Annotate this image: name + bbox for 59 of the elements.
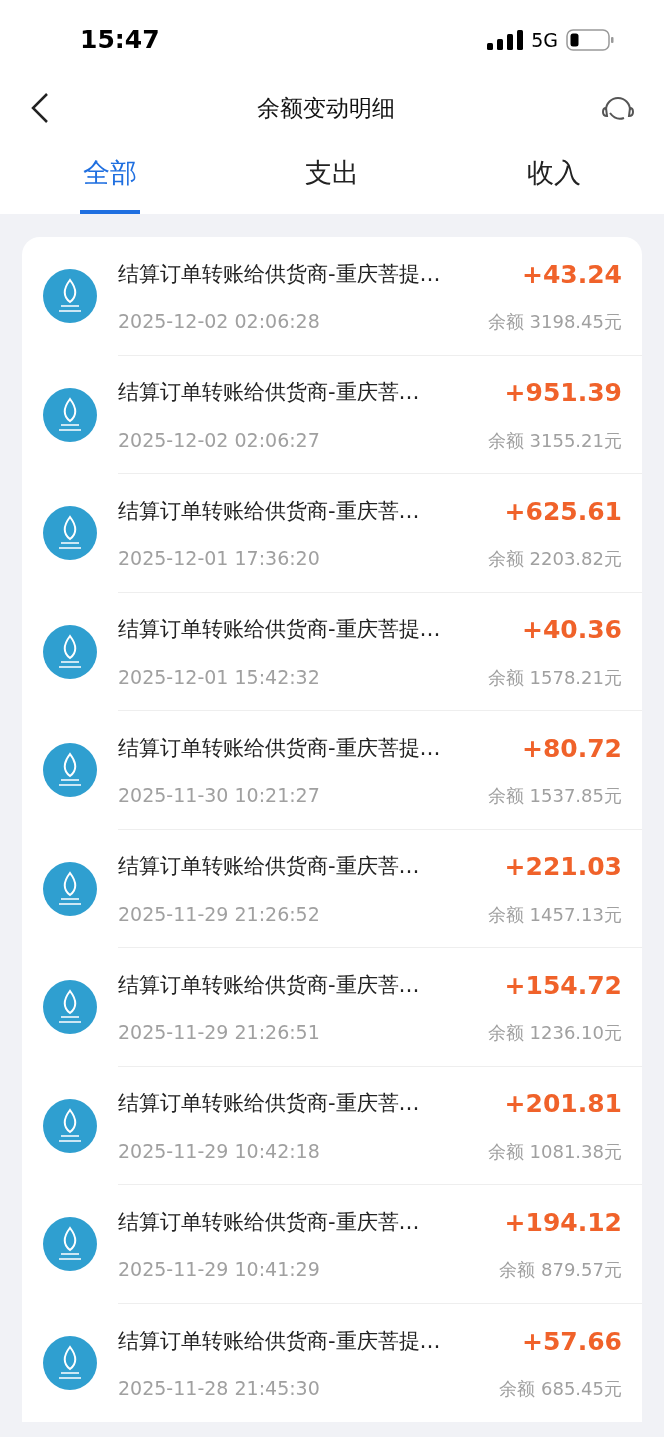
transaction-date: 2025-12-01 17:36:20 bbox=[118, 546, 320, 572]
tab[interactable]: 收入 bbox=[524, 136, 584, 214]
transaction-title: 结算订单转账给供货商-重庆菩提… bbox=[118, 616, 441, 644]
transaction-date: 2025-11-29 21:26:52 bbox=[118, 901, 320, 927]
balance-label: 余额 1236.10元 bbox=[487, 1021, 622, 1045]
transaction-date: 2025-12-02 02:06:27 bbox=[118, 427, 320, 453]
transaction-title: 结算订单转账给供货商-重庆菩提… bbox=[118, 1327, 441, 1355]
status-time: 15:47 bbox=[80, 24, 160, 57]
transaction-date: 2025-12-02 02:06:28 bbox=[118, 309, 320, 335]
amount-label: +194.12 bbox=[504, 1206, 622, 1239]
company-logo-icon bbox=[43, 743, 97, 798]
amount-label: +625.61 bbox=[504, 495, 622, 528]
company-logo-icon bbox=[43, 387, 97, 442]
company-logo-icon bbox=[43, 1098, 97, 1153]
balance-label: 余额 685.45元 bbox=[499, 1377, 622, 1401]
transaction-title: 结算订单转账给供货商-重庆菩… bbox=[118, 853, 420, 881]
balance-label: 余额 2203.82元 bbox=[487, 547, 622, 571]
amount-label: +154.72 bbox=[504, 969, 622, 1002]
page-title: 余额变动明细 bbox=[257, 93, 395, 123]
amount-label: +57.66 bbox=[521, 1325, 622, 1358]
transaction-title: 结算订单转账给供货商-重庆菩… bbox=[118, 1090, 420, 1118]
back-icon[interactable] bbox=[30, 92, 50, 124]
transaction-date: 2025-11-29 21:26:51 bbox=[118, 1020, 320, 1046]
company-logo-icon bbox=[43, 506, 97, 561]
balance-label: 余额 1081.38元 bbox=[487, 1139, 622, 1164]
transaction-title: 结算订单转账给供货商-重庆菩… bbox=[118, 497, 420, 525]
signal-icon bbox=[487, 30, 524, 50]
transaction-title: 结算订单转账给供货商-重庆菩… bbox=[118, 1208, 420, 1236]
company-logo-icon bbox=[43, 861, 97, 916]
transaction-date: 2025-12-01 15:42:32 bbox=[118, 664, 320, 690]
balance-label: 余额 1457.13元 bbox=[487, 902, 622, 927]
company-logo-icon bbox=[43, 980, 97, 1035]
company-logo-icon bbox=[43, 1335, 97, 1390]
battery-icon bbox=[566, 29, 614, 51]
amount-label: +40.36 bbox=[521, 614, 622, 647]
transaction-title: 结算订单转账给供货商-重庆菩提… bbox=[118, 734, 441, 762]
balance-label: 余额 1578.21元 bbox=[487, 665, 622, 690]
balance-label: 余额 3155.21元 bbox=[487, 428, 622, 453]
transaction-date: 2025-11-28 21:45:30 bbox=[118, 1376, 320, 1402]
amount-label: +43.24 bbox=[521, 258, 622, 291]
transaction-date: 2025-11-30 10:21:27 bbox=[118, 783, 320, 809]
company-logo-icon bbox=[43, 1217, 97, 1272]
balance-label: 余额 1537.85元 bbox=[487, 784, 622, 808]
amount-label: +80.72 bbox=[521, 732, 622, 765]
company-logo-icon bbox=[43, 269, 97, 324]
company-logo-icon bbox=[43, 624, 97, 679]
balance-label: 余额 3198.45元 bbox=[487, 310, 622, 334]
transaction-date: 2025-11-29 10:41:29 bbox=[118, 1257, 320, 1283]
tab[interactable]: 全部 bbox=[80, 136, 140, 214]
transaction-date: 2025-11-29 10:42:18 bbox=[118, 1138, 320, 1164]
tab[interactable]: 支出 bbox=[302, 136, 362, 214]
transaction-title: 结算订单转账给供货商-重庆菩… bbox=[118, 971, 420, 999]
transaction-title: 结算订单转账给供货商-重庆菩… bbox=[118, 379, 420, 407]
amount-label: +221.03 bbox=[504, 851, 622, 884]
amount-label: +201.81 bbox=[504, 1088, 622, 1121]
transaction-title: 结算订单转账给供货商-重庆菩提… bbox=[118, 260, 441, 288]
amount-label: +951.39 bbox=[504, 377, 622, 410]
network-label: 5G bbox=[531, 27, 558, 53]
balance-label: 余额 879.57元 bbox=[499, 1258, 622, 1282]
